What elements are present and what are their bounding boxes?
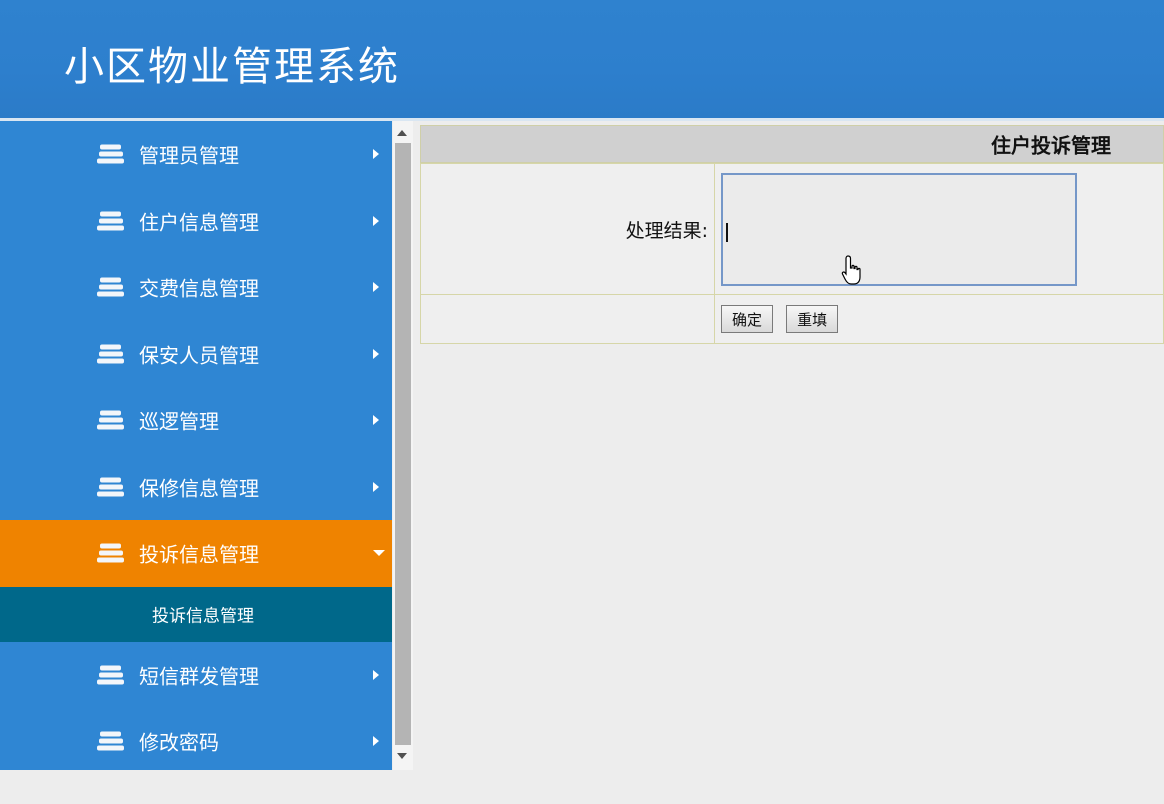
sidebar-item-residents[interactable]: 住户信息管理 (0, 188, 392, 255)
stack-icon (97, 344, 124, 364)
scroll-thumb[interactable] (395, 143, 411, 745)
sidebar-item-label: 保修信息管理 (139, 476, 259, 501)
scroll-down-icon[interactable] (397, 753, 407, 759)
page-title: 住户投诉管理 (991, 133, 1111, 158)
chevron-right-icon (373, 215, 379, 226)
confirm-button[interactable]: 确定 (721, 305, 774, 333)
reset-button[interactable]: 重填 (786, 305, 839, 333)
sidebar-item-label: 保安人员管理 (139, 343, 259, 368)
complaint-form: 处理结果: 确定 重填 (420, 163, 1164, 344)
sidebar-item-patrol[interactable]: 巡逻管理 (0, 387, 392, 454)
submenu-item-complaints[interactable]: 投诉信息管理 (0, 586, 392, 642)
hand-cursor-icon (841, 254, 861, 285)
chevron-right-icon (373, 481, 379, 492)
sidebar-item-label: 短信群发管理 (139, 664, 259, 689)
sidebar-item-label: 修改密码 (139, 730, 219, 755)
chevron-right-icon (373, 348, 379, 359)
chevron-right-icon (373, 282, 379, 293)
stack-icon (97, 477, 124, 497)
sidebar-item-label: 交费信息管理 (139, 276, 259, 301)
chevron-right-icon (373, 669, 379, 680)
stack-icon (97, 144, 124, 164)
stack-icon (97, 665, 124, 685)
sidebar-menu: 管理员管理 住户信息管理 交费信息管理 保安人员管理 巡逻管理 保修信息管理 投… (0, 121, 392, 770)
result-textarea[interactable] (721, 172, 1077, 286)
stack-icon (97, 543, 124, 563)
stack-icon (97, 211, 124, 231)
sidebar-item-sms[interactable]: 短信群发管理 (0, 642, 392, 709)
text-caret (726, 222, 728, 242)
sidebar-item-change-password[interactable]: 修改密码 (0, 708, 392, 775)
app-title: 小区物业管理系统 (64, 44, 400, 90)
chevron-right-icon (373, 149, 379, 160)
scroll-up-icon[interactable] (397, 130, 407, 136)
content-header: 住户投诉管理 (420, 125, 1164, 163)
chevron-right-icon (373, 415, 379, 426)
stack-icon (97, 277, 124, 297)
sidebar-item-security-staff[interactable]: 保安人员管理 (0, 321, 392, 388)
sidebar-item-repairs[interactable]: 保修信息管理 (0, 454, 392, 521)
sidebar-item-label: 投诉信息管理 (139, 542, 259, 567)
chevron-down-icon (373, 550, 385, 557)
sidebar-item-label: 管理员管理 (139, 143, 239, 168)
result-input-cell (714, 163, 1164, 295)
sidebar-item-label: 巡逻管理 (139, 409, 219, 434)
sidebar-item-label: 住户信息管理 (139, 210, 259, 235)
chevron-right-icon (373, 736, 379, 747)
stack-icon (97, 731, 124, 751)
result-label: 处理结果: (420, 163, 715, 295)
main-content: 住户投诉管理 处理结果: 确定 重填 (420, 125, 1164, 344)
submenu-item-label: 投诉信息管理 (152, 606, 254, 627)
sidebar-item-complaints[interactable]: 投诉信息管理 (0, 520, 392, 587)
button-row: 确定 重填 (714, 294, 1164, 344)
sidebar-item-admin[interactable]: 管理员管理 (0, 121, 392, 188)
sidebar-item-payments[interactable]: 交费信息管理 (0, 254, 392, 321)
stack-icon (97, 410, 124, 430)
sidebar-scrollbar[interactable] (393, 121, 413, 770)
button-row-spacer (420, 294, 715, 344)
app-header: 小区物业管理系统 (0, 0, 1164, 118)
